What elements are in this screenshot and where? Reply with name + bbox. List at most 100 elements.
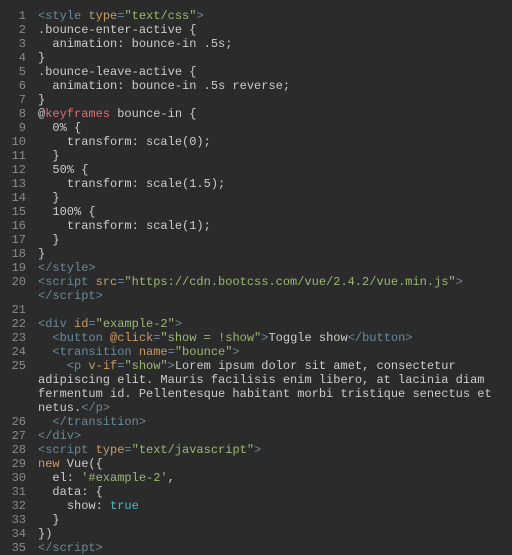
code-line: } (38, 191, 512, 205)
code-line: }) (38, 527, 512, 541)
code-line: <button @click="show = !show">Toggle sho… (38, 331, 512, 345)
line-number: 23 (0, 331, 34, 345)
code-line: transform: scale(1.5); (38, 177, 512, 191)
code-token: show: (38, 499, 110, 513)
code-editor: 1234567891011121314151617181920212223242… (0, 0, 512, 555)
code-token (38, 303, 45, 317)
code-token: keyframes (45, 107, 110, 121)
line-number: 27 (0, 429, 34, 443)
code-token: > (232, 345, 239, 359)
code-token: </div> (38, 429, 81, 443)
line-number: 33 (0, 513, 34, 527)
line-number: 22 (0, 317, 34, 331)
code-token: true (110, 499, 139, 513)
line-number: 25 (0, 359, 34, 415)
code-line: </script> (38, 541, 512, 555)
code-line: 50% { (38, 163, 512, 177)
code-token: Vue({ (60, 457, 103, 471)
code-token: <script (38, 275, 96, 289)
code-line: </style> (38, 261, 512, 275)
code-token: <style (38, 9, 88, 23)
line-number-gutter: 1234567891011121314151617181920212223242… (0, 0, 34, 555)
code-line: .bounce-leave-active { (38, 65, 512, 79)
code-token: > (254, 443, 261, 457)
line-number: 1 (0, 9, 34, 23)
code-area[interactable]: <style type="text/css">.bounce-enter-act… (34, 0, 512, 555)
code-token: = (168, 345, 175, 359)
code-token: <script (38, 443, 96, 457)
code-token: "bounce" (175, 345, 233, 359)
code-line: <div id="example-2"> (38, 317, 512, 331)
code-token: @click (110, 331, 153, 345)
code-token: > (168, 359, 175, 373)
code-token: </style> (38, 261, 96, 275)
code-token: name (139, 345, 168, 359)
code-token: </button> (348, 331, 413, 345)
code-line: transform: scale(1); (38, 219, 512, 233)
code-line: el: '#example-2', (38, 471, 512, 485)
line-number: 7 (0, 93, 34, 107)
code-token: '#example-2' (81, 471, 167, 485)
code-line: <transition name="bounce"> (38, 345, 512, 359)
line-number: 9 (0, 121, 34, 135)
code-token: new (38, 457, 60, 471)
code-token: > (196, 9, 203, 23)
line-number: 8 (0, 107, 34, 121)
code-token: , (168, 471, 175, 485)
line-number: 13 (0, 177, 34, 191)
code-token: "example-2" (96, 317, 175, 331)
code-token: "text/javascript" (132, 443, 254, 457)
code-token: src (96, 275, 118, 289)
line-number: 21 (0, 303, 34, 317)
code-token: <p (38, 359, 88, 373)
line-number: 26 (0, 415, 34, 429)
code-token: "https://cdn.bootcss.com/vue/2.4.2/vue.m… (124, 275, 455, 289)
line-number: 28 (0, 443, 34, 457)
line-number: 16 (0, 219, 34, 233)
line-number: 30 (0, 471, 34, 485)
code-token: } (38, 191, 60, 205)
code-token: 50% { (38, 163, 88, 177)
code-token: </script> (38, 541, 103, 555)
code-line: new Vue({ (38, 457, 512, 471)
code-token: <transition (38, 345, 139, 359)
code-token: id (74, 317, 88, 331)
code-token: > (175, 317, 182, 331)
code-token: } (38, 513, 60, 527)
code-line: } (38, 247, 512, 261)
code-line: animation: bounce-in .5s reverse; (38, 79, 512, 93)
code-line: show: true (38, 499, 512, 513)
code-line: <script src="https://cdn.bootcss.com/vue… (38, 275, 512, 303)
code-token: .bounce-leave-active { (38, 65, 196, 79)
code-token: data: { (38, 485, 103, 499)
code-token: bounce-in { (110, 107, 196, 121)
line-number: 35 (0, 541, 34, 555)
code-token: }) (38, 527, 52, 541)
code-token: type (88, 9, 117, 23)
code-token: <div (38, 317, 74, 331)
code-line: <style type="text/css"> (38, 9, 512, 23)
code-token: "text/css" (124, 9, 196, 23)
line-number: 31 (0, 485, 34, 499)
line-number: 20 (0, 275, 34, 303)
code-line: 100% { (38, 205, 512, 219)
code-line: <p v-if="show">Lorem ipsum dolor sit ame… (38, 359, 512, 415)
code-token: "show" (124, 359, 167, 373)
code-token: Toggle show (268, 331, 347, 345)
line-number: 11 (0, 149, 34, 163)
code-line: } (38, 149, 512, 163)
line-number: 10 (0, 135, 34, 149)
code-line: <script type="text/javascript"> (38, 443, 512, 457)
code-token: "show = !show" (160, 331, 261, 345)
code-line: } (38, 513, 512, 527)
line-number: 32 (0, 499, 34, 513)
code-token: animation: bounce-in .5s; (38, 37, 232, 51)
line-number: 4 (0, 51, 34, 65)
code-token: } (38, 93, 45, 107)
code-token: } (38, 233, 60, 247)
line-number: 29 (0, 457, 34, 471)
code-line: .bounce-enter-active { (38, 23, 512, 37)
code-token: </transition> (38, 415, 146, 429)
code-line: } (38, 51, 512, 65)
code-line: @keyframes bounce-in { (38, 107, 512, 121)
